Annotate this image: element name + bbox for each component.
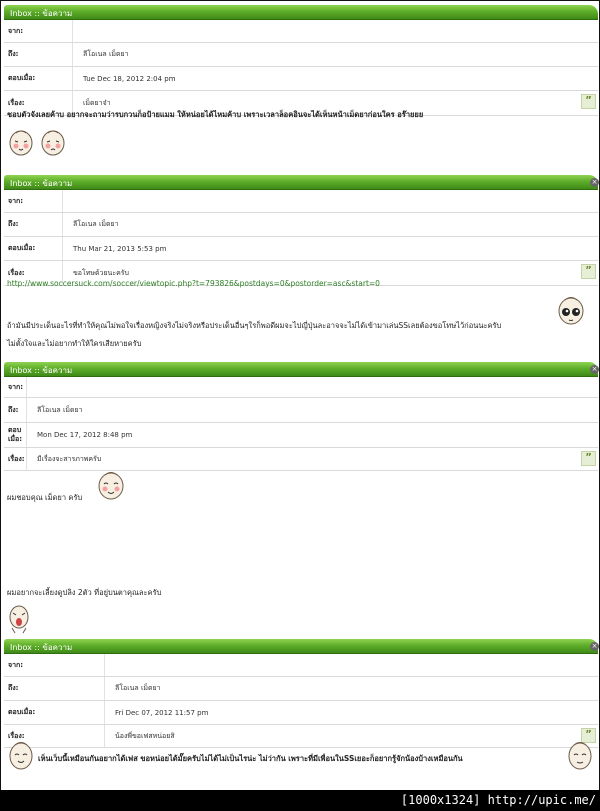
header-title: Inbox :: ข้อความ (10, 643, 73, 652)
from-label: จาก: (8, 660, 24, 669)
from-row: จาก: (4, 654, 598, 677)
message-panel: Inbox :: ข้อความ × จาก: ถึง: ลีโอเนล เม็… (4, 362, 599, 634)
message-panel: Inbox :: ข้อความ × จาก: ถึง: ลีโอเนล เม็… (4, 639, 599, 770)
from-value[interactable] (62, 190, 73, 212)
subject-row: เรื่อง: มีเรื่องจะสารภาพครับ ” (4, 448, 598, 471)
from-label: จาก: (8, 196, 24, 205)
image-host-badge[interactable]: [1000x1324] http://upic.me/ (401, 793, 596, 807)
date-label: ตอบเมื่อ: (8, 244, 36, 252)
date-value: Fri Dec 07, 2012 11:57 pm (104, 701, 208, 724)
date-row: ตอบ เมื่อ: Mon Dec 17, 2012 8:48 pm (4, 423, 598, 448)
date-label: ตอบเมื่อ: (8, 708, 36, 716)
to-value[interactable]: ลีโอเนล เม็ดยา (26, 398, 83, 422)
to-value[interactable]: ลีโอเนล เม็ดยา (72, 43, 129, 66)
from-value[interactable] (72, 20, 83, 42)
message-header: Inbox :: ข้อความ × (4, 639, 599, 654)
emoticon-big-eyes-icon (558, 297, 584, 325)
to-row: ถึง: ลีโอเนล เม็ดยา (4, 677, 598, 701)
topic-link[interactable]: http://www.soccersuck.com/soccer/viewtop… (7, 279, 380, 288)
emoticon-happy-icon (9, 742, 33, 770)
subject-value: มีเรื่องจะสารภาพครับ (26, 448, 101, 470)
from-value[interactable] (104, 654, 115, 676)
emoticon-wink-icon (568, 742, 592, 770)
message-body: เห็นเว็บนี้เหมือนกันอยากได้เฟส ขอหน่อยได… (38, 754, 463, 763)
quote-button[interactable]: ” (581, 264, 596, 279)
message-header: Inbox :: ข้อความ × (4, 175, 599, 190)
header-title: Inbox :: ข้อความ (10, 9, 73, 18)
message-header: Inbox :: ข้อความ (4, 5, 598, 20)
date-value: Mon Dec 17, 2012 8:48 pm (26, 423, 132, 447)
from-row: จาก: (4, 20, 598, 43)
close-icon[interactable]: × (590, 642, 599, 651)
subject-label: เรื่อง: (8, 454, 25, 463)
inbox-page: Inbox :: ข้อความ จาก: ถึง: ลีโอเนล เม็ดย… (0, 0, 600, 791)
message-panel: Inbox :: ข้อความ จาก: ถึง: ลีโอเนล เม็ดย… (4, 5, 598, 156)
date-label: ตอบ เมื่อ: (8, 426, 23, 443)
to-value[interactable]: ลีโอเนล เม็ดยา (62, 213, 119, 236)
message-body: ผมชอบคุณ เม็ดยา ครับ (7, 493, 83, 502)
to-label: ถึง: (8, 684, 19, 692)
message-body-line2: ผมอยากจะเลี้ยงดูปลิง 2ตัว ที่อยู่บนตาคุณ… (7, 588, 162, 597)
to-row: ถึง: ลีโอเนล เม็ดยา (4, 213, 598, 237)
from-value[interactable] (26, 377, 37, 397)
date-value: Tue Dec 18, 2012 2:04 pm (72, 67, 176, 90)
emoticon-blush-icon (41, 130, 65, 156)
emoticon-hug-icon (98, 472, 124, 500)
emoticon-shy-icon (9, 130, 33, 156)
to-label: ถึง: (8, 220, 19, 228)
date-value: Thu Mar 21, 2013 5:53 pm (62, 237, 166, 260)
from-row: จาก: (4, 190, 598, 213)
quote-button[interactable]: ” (581, 94, 596, 109)
emoticon-crying-icon (9, 605, 29, 634)
to-row: ถึง: ลีโอเนล เม็ดยา (4, 43, 598, 67)
to-label: ถึง: (8, 50, 19, 58)
message-body: ชอบตัวจังเลยค้าบ อยากจะถามว่ารบกวนก็อป้า… (7, 110, 424, 119)
to-row: ถึง: ลีโอเนล เม็ดยา (4, 398, 598, 423)
from-label: จาก: (8, 382, 24, 391)
subject-row: เรื่อง: น้องพี่ขอเฟสหน่อยสิ ” (4, 725, 598, 748)
to-label: ถึง: (8, 405, 19, 414)
message-header: Inbox :: ข้อความ × (4, 362, 599, 377)
message-panel: Inbox :: ข้อความ × จาก: ถึง: ลีโอเนล เม็… (4, 175, 599, 348)
from-label: จาก: (8, 26, 24, 35)
header-title: Inbox :: ข้อความ (10, 366, 73, 375)
date-row: ตอบเมื่อ: Thu Mar 21, 2013 5:53 pm (4, 237, 598, 261)
quote-button[interactable]: ” (581, 451, 596, 466)
date-row: ตอบเมื่อ: Tue Dec 18, 2012 2:04 pm (4, 67, 598, 91)
to-value[interactable]: ลีโอเนล เม็ดยา (104, 677, 161, 700)
close-icon[interactable]: × (590, 365, 599, 374)
message-body: ถ้ามันมีประเด็นอะไรที่ทำให้คุณไม่พอใจเรื… (7, 321, 502, 330)
message-body-line2: ไม่ตั้งใจและไม่อยากทำให้ใครเสียหายครับ (7, 339, 142, 348)
image-host-bar: [1000x1324] http://upic.me/ (0, 790, 600, 811)
from-row: จาก: (4, 377, 598, 398)
date-label: ตอบเมื่อ: (8, 74, 36, 82)
date-row: ตอบเมื่อ: Fri Dec 07, 2012 11:57 pm (4, 701, 598, 725)
close-icon[interactable]: × (590, 178, 599, 187)
header-title: Inbox :: ข้อความ (10, 179, 73, 188)
subject-value: น้องพี่ขอเฟสหน่อยสิ (104, 725, 175, 747)
